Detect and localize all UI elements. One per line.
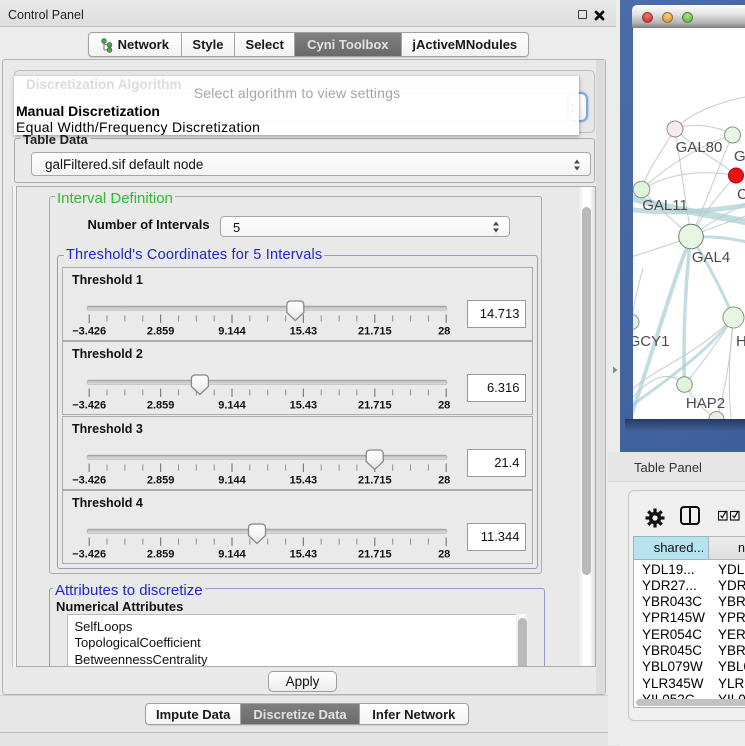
- svg-text:−3.426: −3.426: [72, 326, 106, 338]
- svg-text:2.859: 2.859: [147, 326, 175, 338]
- svg-text:9.144: 9.144: [218, 548, 246, 560]
- svg-text:HAP2: HAP2: [686, 395, 725, 412]
- svg-text:9.144: 9.144: [218, 400, 246, 412]
- svg-text:GAL4: GAL4: [692, 249, 730, 266]
- svg-text:28: 28: [438, 548, 450, 560]
- svg-text:−3.426: −3.426: [72, 548, 106, 560]
- svg-text:21.715: 21.715: [358, 326, 392, 338]
- svg-text:15.43: 15.43: [290, 400, 318, 412]
- svg-text:2.859: 2.859: [147, 400, 175, 412]
- svg-text:GAL80: GAL80: [676, 139, 723, 156]
- svg-text:GCY1: GCY1: [633, 333, 669, 350]
- svg-text:G.: G.: [734, 148, 745, 165]
- svg-text:28: 28: [438, 400, 450, 412]
- svg-text:15.43: 15.43: [290, 474, 318, 486]
- svg-text:28: 28: [438, 474, 450, 486]
- svg-text:21.715: 21.715: [358, 548, 392, 560]
- svg-text:−3.426: −3.426: [72, 474, 106, 486]
- svg-text:21.715: 21.715: [358, 474, 392, 486]
- svg-text:28: 28: [438, 326, 450, 338]
- svg-text:9.144: 9.144: [218, 474, 246, 486]
- svg-text:GAL11: GAL11: [642, 197, 688, 214]
- svg-text:15.43: 15.43: [290, 326, 318, 338]
- svg-text:2.859: 2.859: [147, 474, 175, 486]
- svg-text:2.859: 2.859: [147, 548, 175, 560]
- svg-text:H: H: [736, 333, 745, 350]
- svg-text:C: C: [737, 186, 745, 203]
- svg-text:15.43: 15.43: [290, 548, 318, 560]
- svg-text:9.144: 9.144: [218, 326, 246, 338]
- svg-text:21.715: 21.715: [358, 400, 392, 412]
- svg-text:−3.426: −3.426: [72, 400, 106, 412]
